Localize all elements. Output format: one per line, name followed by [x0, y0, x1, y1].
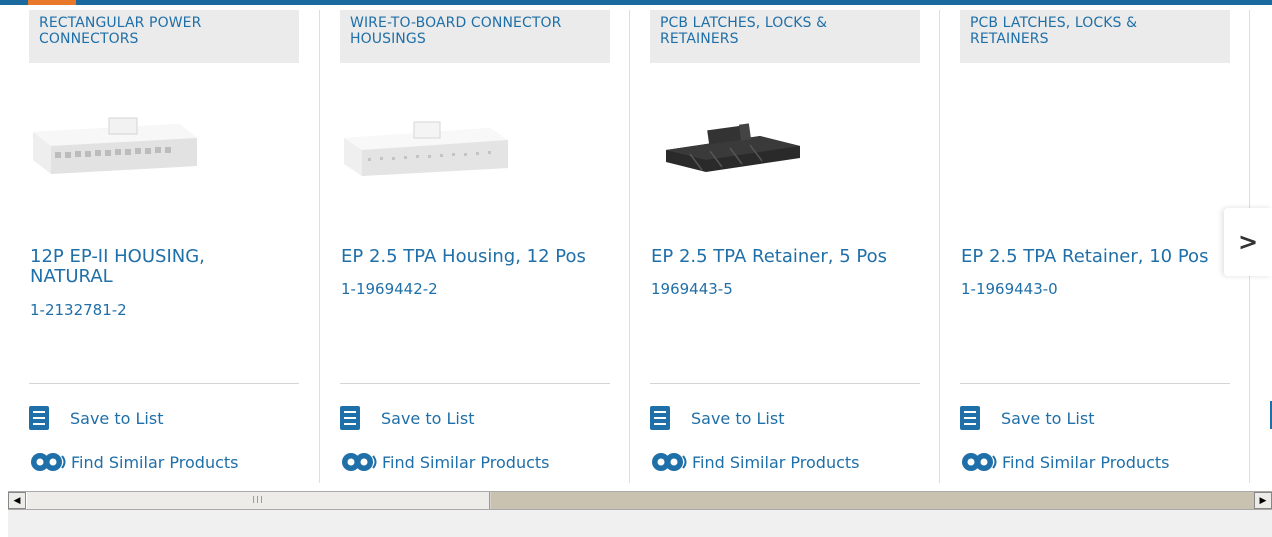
part-number[interactable]: 1-1969443-0 — [961, 280, 1058, 298]
find-similar-label: Find Similar Products — [692, 452, 860, 472]
card-divider — [319, 10, 320, 483]
divider — [960, 383, 1230, 384]
save-to-list-button[interactable]: Save to List — [340, 406, 474, 430]
find-similar-button[interactable]: Find Similar Products — [960, 450, 1170, 474]
grip-icon: III — [252, 495, 264, 506]
product-title[interactable]: EP 2.5 TPA Retainer, 5 Pos — [651, 247, 923, 267]
find-similar-button[interactable]: Find Similar Products — [650, 450, 860, 474]
product-title[interactable]: EP 2.5 TPA Housing, 12 Pos — [341, 247, 613, 267]
divider — [29, 383, 299, 384]
product-card: WIRE-TO-BOARD CONNECTOR HOUSINGS EP 2.5 … — [340, 5, 650, 483]
part-number[interactable]: 1-1969442-2 — [341, 280, 438, 298]
find-similar-label: Find Similar Products — [71, 452, 239, 472]
product-carousel: RECTANGULAR POWER CONNECTORS 12P EP-II H… — [0, 5, 1272, 483]
find-similar-button[interactable]: Find Similar Products — [29, 450, 239, 474]
arrow-left-icon: ◀ — [13, 495, 21, 506]
product-title[interactable]: EP 2.5 TPA Retainer, 10 Pos — [961, 247, 1233, 267]
product-title[interactable]: 12P EP-II HOUSING, NATURAL — [30, 247, 260, 287]
gears-icon — [342, 453, 377, 471]
save-to-list-label: Save to List — [691, 408, 785, 428]
save-to-list-button[interactable]: Save to List — [960, 406, 1094, 430]
scroll-left-button[interactable]: ◀ — [8, 492, 26, 509]
product-category[interactable]: PCB LATCHES, LOCKS & RETAINERS — [960, 10, 1230, 63]
product-card: RECTANGULAR POWER CONNECTORS 12P EP-II H… — [29, 5, 339, 483]
product-card: PCB LATCHES, LOCKS & RETAINERS EP 2.5 TP… — [650, 5, 960, 483]
arrow-right-icon: ▶ — [1259, 495, 1267, 506]
save-to-list-button[interactable]: Save to List — [650, 406, 784, 430]
save-to-list-label: Save to List — [1001, 408, 1095, 428]
horizontal-scrollbar[interactable]: ◀ III ▶ — [8, 491, 1272, 510]
card-divider — [629, 10, 630, 483]
product-image[interactable] — [340, 110, 510, 190]
product-image[interactable] — [29, 110, 199, 190]
part-number[interactable]: 1-2132781-2 — [30, 301, 127, 319]
divider — [650, 383, 920, 384]
find-similar-button[interactable]: Find Similar Products — [340, 450, 550, 474]
scroll-right-button[interactable]: ▶ — [1254, 492, 1272, 509]
part-number[interactable]: 1969443-5 — [651, 280, 733, 298]
find-similar-label: Find Similar Products — [1002, 452, 1170, 472]
product-category[interactable]: WIRE-TO-BOARD CONNECTOR HOUSINGS — [340, 10, 610, 63]
gears-icon — [31, 453, 66, 471]
page-root: RECTANGULAR POWER CONNECTORS 12P EP-II H… — [0, 0, 1272, 537]
save-to-list-button[interactable]: Save to List — [29, 406, 163, 430]
product-category[interactable]: PCB LATCHES, LOCKS & RETAINERS — [650, 10, 920, 63]
bottom-panel — [8, 510, 1272, 537]
save-to-list-label: Save to List — [70, 408, 164, 428]
carousel-next-button[interactable]: > — [1224, 208, 1272, 276]
find-similar-label: Find Similar Products — [382, 452, 550, 472]
gears-icon — [652, 453, 687, 471]
scrollbar-track[interactable] — [491, 492, 1254, 509]
checklist-icon — [340, 406, 360, 430]
checklist-icon — [960, 406, 980, 430]
checklist-icon — [650, 406, 670, 430]
scrollbar-thumb[interactable]: III — [26, 492, 490, 509]
page-margin — [0, 483, 8, 537]
gears-icon — [962, 453, 997, 471]
divider — [340, 383, 610, 384]
checklist-icon — [29, 406, 49, 430]
save-to-list-label: Save to List — [381, 408, 475, 428]
product-image[interactable] — [650, 110, 820, 190]
product-category[interactable]: RECTANGULAR POWER CONNECTORS — [29, 10, 299, 63]
card-divider — [939, 10, 940, 483]
chevron-right-icon: > — [1237, 228, 1259, 256]
